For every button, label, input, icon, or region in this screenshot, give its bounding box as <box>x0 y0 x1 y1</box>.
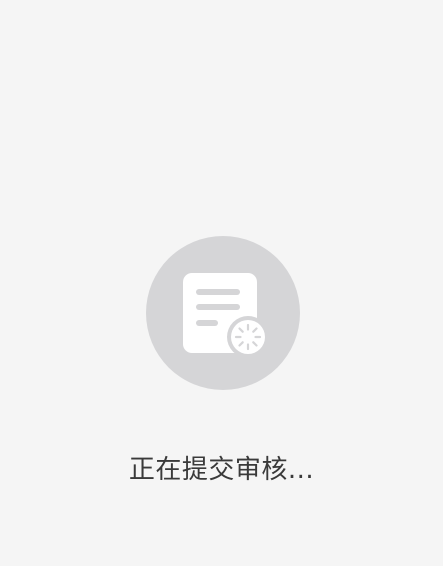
document-line <box>196 304 240 310</box>
status-message: 正在提交审核... <box>128 455 315 485</box>
status-illustration <box>146 236 300 390</box>
review-submitting-screen: 正在提交审核... <box>0 0 443 566</box>
document-line <box>196 289 240 295</box>
document-loading-icon <box>183 273 269 358</box>
document-line <box>196 320 218 326</box>
